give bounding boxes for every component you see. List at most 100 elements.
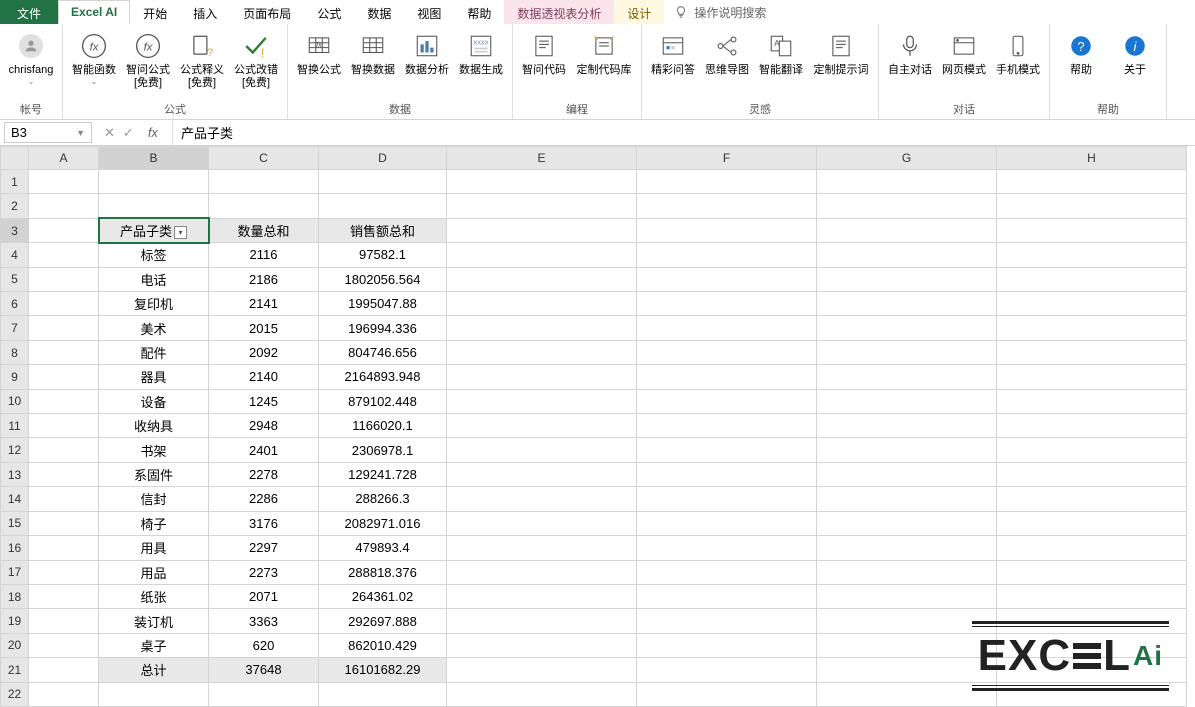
cell[interactable] <box>447 560 637 584</box>
cell[interactable]: 美术 <box>99 316 209 340</box>
cell[interactable] <box>817 462 997 486</box>
cell[interactable]: 2286 <box>209 487 319 511</box>
tab-file[interactable]: 文件 <box>0 0 58 24</box>
cell[interactable] <box>29 267 99 291</box>
cell[interactable]: 椅子 <box>99 511 209 535</box>
cell[interactable] <box>637 511 817 535</box>
cell[interactable] <box>997 292 1187 316</box>
web-mode-button[interactable]: 网页模式 <box>939 26 989 99</box>
cell[interactable] <box>447 633 637 657</box>
row-header[interactable]: 18 <box>1 584 29 608</box>
cell[interactable] <box>99 194 209 218</box>
cell[interactable] <box>29 536 99 560</box>
cell[interactable] <box>997 438 1187 462</box>
cell[interactable] <box>817 414 997 438</box>
tab-excel-ai[interactable]: Excel AI <box>58 0 130 24</box>
cell[interactable] <box>29 560 99 584</box>
cell[interactable]: 数量总和 <box>209 218 319 242</box>
cell[interactable] <box>637 462 817 486</box>
cell[interactable] <box>817 536 997 560</box>
cell[interactable]: 804746.656 <box>319 340 447 364</box>
row-header[interactable]: 6 <box>1 292 29 316</box>
cell[interactable] <box>447 462 637 486</box>
cell[interactable] <box>319 682 447 706</box>
cell[interactable]: 书架 <box>99 438 209 462</box>
cell[interactable] <box>997 218 1187 242</box>
cell[interactable]: 2164893.948 <box>319 365 447 389</box>
row-header[interactable]: 3 <box>1 218 29 242</box>
cell[interactable]: 用品 <box>99 560 209 584</box>
ask-formula-button[interactable]: fx 智问公式 [免费] <box>123 26 173 99</box>
cell[interactable]: 2071 <box>209 584 319 608</box>
cell[interactable]: 1166020.1 <box>319 414 447 438</box>
cell[interactable] <box>29 609 99 633</box>
cell[interactable] <box>29 658 99 682</box>
cell[interactable] <box>817 292 997 316</box>
cell[interactable]: 系固件 <box>99 462 209 486</box>
filter-dropdown-icon[interactable]: ▾ <box>174 226 187 239</box>
cell[interactable]: 129241.728 <box>319 462 447 486</box>
cell[interactable] <box>997 511 1187 535</box>
row-header[interactable]: 17 <box>1 560 29 584</box>
custom-prompt-button[interactable]: 定制提示词 <box>810 26 872 99</box>
cell[interactable] <box>817 511 997 535</box>
cell[interactable] <box>637 487 817 511</box>
cell[interactable]: 设备 <box>99 389 209 413</box>
tab-formulas[interactable]: 公式 <box>304 0 354 24</box>
cell[interactable]: 2278 <box>209 462 319 486</box>
cell[interactable]: 装订机 <box>99 609 209 633</box>
cell[interactable] <box>319 194 447 218</box>
tab-view[interactable]: 视图 <box>404 0 454 24</box>
cell[interactable]: 2140 <box>209 365 319 389</box>
cell[interactable]: 标签 <box>99 243 209 267</box>
col-header-F[interactable]: F <box>637 147 817 170</box>
cell[interactable] <box>29 292 99 316</box>
cell[interactable] <box>447 536 637 560</box>
cell[interactable]: 总计 <box>99 658 209 682</box>
row-header[interactable]: 9 <box>1 365 29 389</box>
row-header[interactable]: 4 <box>1 243 29 267</box>
tab-pivot-analyze[interactable]: 数据透视表分析 <box>504 0 614 24</box>
cell[interactable] <box>447 316 637 340</box>
analyze-data-button[interactable]: 数据分析 <box>402 26 452 99</box>
cell[interactable] <box>997 560 1187 584</box>
cell[interactable] <box>447 511 637 535</box>
cell[interactable]: 2092 <box>209 340 319 364</box>
cell[interactable] <box>29 218 99 242</box>
smart-function-button[interactable]: fx 智能函数⌄ <box>69 26 119 99</box>
tab-data[interactable]: 数据 <box>354 0 404 24</box>
cell[interactable]: 2306978.1 <box>319 438 447 462</box>
cell[interactable]: 纸张 <box>99 584 209 608</box>
cell[interactable] <box>637 560 817 584</box>
generate-data-button[interactable]: XXXX 数据生成 <box>456 26 506 99</box>
cell[interactable] <box>29 170 99 194</box>
cell[interactable]: 292697.888 <box>319 609 447 633</box>
cell[interactable] <box>29 438 99 462</box>
cell[interactable] <box>637 682 817 706</box>
cell[interactable] <box>817 682 997 706</box>
cell[interactable]: 2015 <box>209 316 319 340</box>
cell[interactable]: 479893.4 <box>319 536 447 560</box>
cell[interactable] <box>637 292 817 316</box>
cell[interactable]: 2082971.016 <box>319 511 447 535</box>
row-header[interactable]: 19 <box>1 609 29 633</box>
row-header[interactable]: 15 <box>1 511 29 535</box>
smart-code-button[interactable]: 智问代码 <box>519 26 569 99</box>
row-header[interactable]: 1 <box>1 170 29 194</box>
cell[interactable]: 配件 <box>99 340 209 364</box>
col-header-C[interactable]: C <box>209 147 319 170</box>
cell[interactable] <box>997 340 1187 364</box>
cell[interactable] <box>29 389 99 413</box>
cell[interactable] <box>29 414 99 438</box>
row-header[interactable]: 12 <box>1 438 29 462</box>
cell[interactable] <box>637 414 817 438</box>
cell[interactable] <box>29 487 99 511</box>
col-header-E[interactable]: E <box>447 147 637 170</box>
cell[interactable]: 3176 <box>209 511 319 535</box>
cell[interactable] <box>637 633 817 657</box>
cell[interactable] <box>447 170 637 194</box>
cell[interactable] <box>319 170 447 194</box>
formula-input[interactable]: 产品子类 <box>173 121 1195 144</box>
cell[interactable] <box>637 194 817 218</box>
cell[interactable] <box>637 267 817 291</box>
